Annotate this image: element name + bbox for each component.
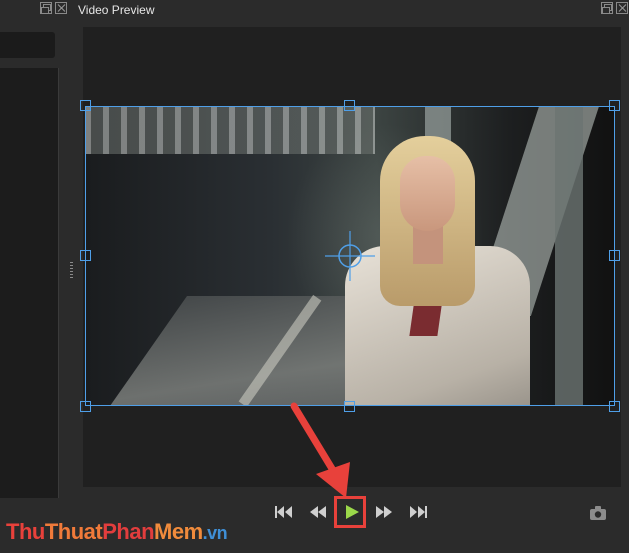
resize-handle-left[interactable] xyxy=(80,250,91,261)
watermark: ThuThuatPhanMem.vn xyxy=(6,519,228,545)
watermark-part: Thuat xyxy=(44,519,103,544)
video-subject-face xyxy=(400,156,455,231)
resize-handle-top-right[interactable] xyxy=(609,100,620,111)
play-button-highlight xyxy=(334,496,366,528)
rewind-icon xyxy=(310,506,326,518)
resize-handle-right[interactable] xyxy=(609,250,620,261)
resize-handle-bottom-right[interactable] xyxy=(609,401,620,412)
resize-handle-top-left[interactable] xyxy=(80,100,91,111)
rewind-button[interactable] xyxy=(304,498,332,526)
preview-panel-window-buttons xyxy=(601,2,628,14)
resize-handle-top[interactable] xyxy=(344,100,355,111)
video-roof xyxy=(85,106,375,154)
video-girder xyxy=(555,106,583,406)
resize-handle-bottom-left[interactable] xyxy=(80,401,91,412)
left-panel-search-field[interactable] xyxy=(0,32,55,58)
close-icon[interactable] xyxy=(55,2,67,14)
anchor-crosshair-icon[interactable] xyxy=(325,231,375,281)
skip-to-end-button[interactable] xyxy=(404,498,432,526)
watermark-part: Mem xyxy=(154,519,203,544)
left-panel-list[interactable] xyxy=(0,68,59,498)
preview-panel-title: Video Preview xyxy=(78,3,155,17)
skip-to-end-icon xyxy=(410,506,427,518)
fast-forward-icon xyxy=(376,506,392,518)
panel-splitter-grip[interactable] xyxy=(70,262,73,280)
left-panel xyxy=(0,0,72,553)
annotation-arrow-icon xyxy=(290,402,350,498)
camera-icon[interactable] xyxy=(589,505,607,521)
left-panel-window-buttons xyxy=(40,2,67,16)
watermark-part: Phan xyxy=(102,519,155,544)
restore-icon[interactable] xyxy=(601,2,613,14)
skip-to-start-icon xyxy=(275,506,292,518)
watermark-part: .vn xyxy=(202,523,228,543)
skip-to-start-button[interactable] xyxy=(270,498,298,526)
close-icon[interactable] xyxy=(616,2,628,14)
watermark-part: Thu xyxy=(6,519,45,544)
restore-icon[interactable] xyxy=(40,2,52,14)
fast-forward-button[interactable] xyxy=(370,498,398,526)
